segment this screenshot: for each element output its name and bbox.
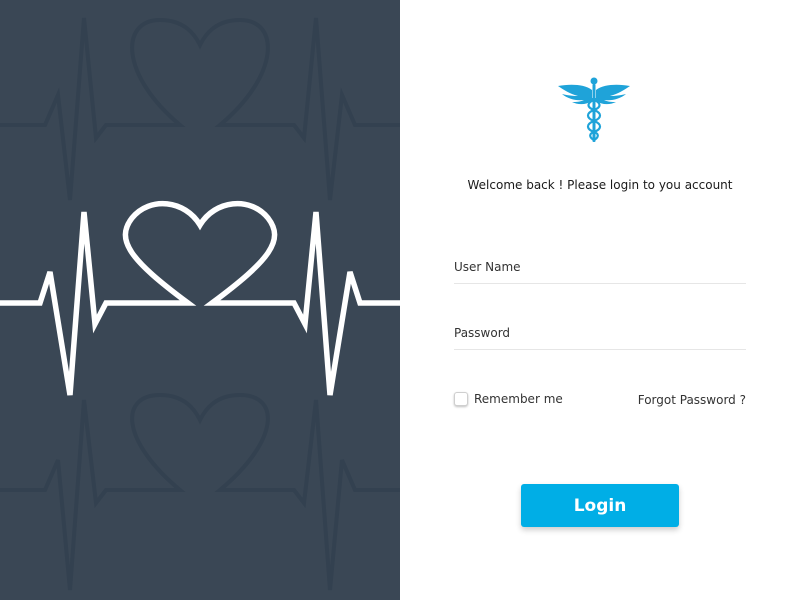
illustration-panel [0,0,400,600]
password-field-wrapper [454,322,746,350]
watermark-heartbeat-top-icon [0,17,400,201]
forgot-password-link[interactable]: Forgot Password ? [638,393,746,407]
heartbeat-heart-icon [0,201,400,396]
login-page: Welcome back ! Please login to you accou… [0,0,800,600]
username-field-wrapper [454,256,746,284]
watermark-heartbeat-bottom-icon [0,392,400,591]
remember-me-row: Remember me [454,392,563,406]
login-button[interactable]: Login [521,484,679,527]
username-input[interactable] [454,257,746,284]
password-input[interactable] [454,323,746,350]
remember-me-label[interactable]: Remember me [474,392,563,406]
caduceus-icon [558,77,630,142]
login-panel: Welcome back ! Please login to you accou… [400,0,800,600]
welcome-message: Welcome back ! Please login to you accou… [467,178,733,192]
remember-me-checkbox[interactable] [454,392,468,406]
heartbeat-illustration [0,17,400,591]
